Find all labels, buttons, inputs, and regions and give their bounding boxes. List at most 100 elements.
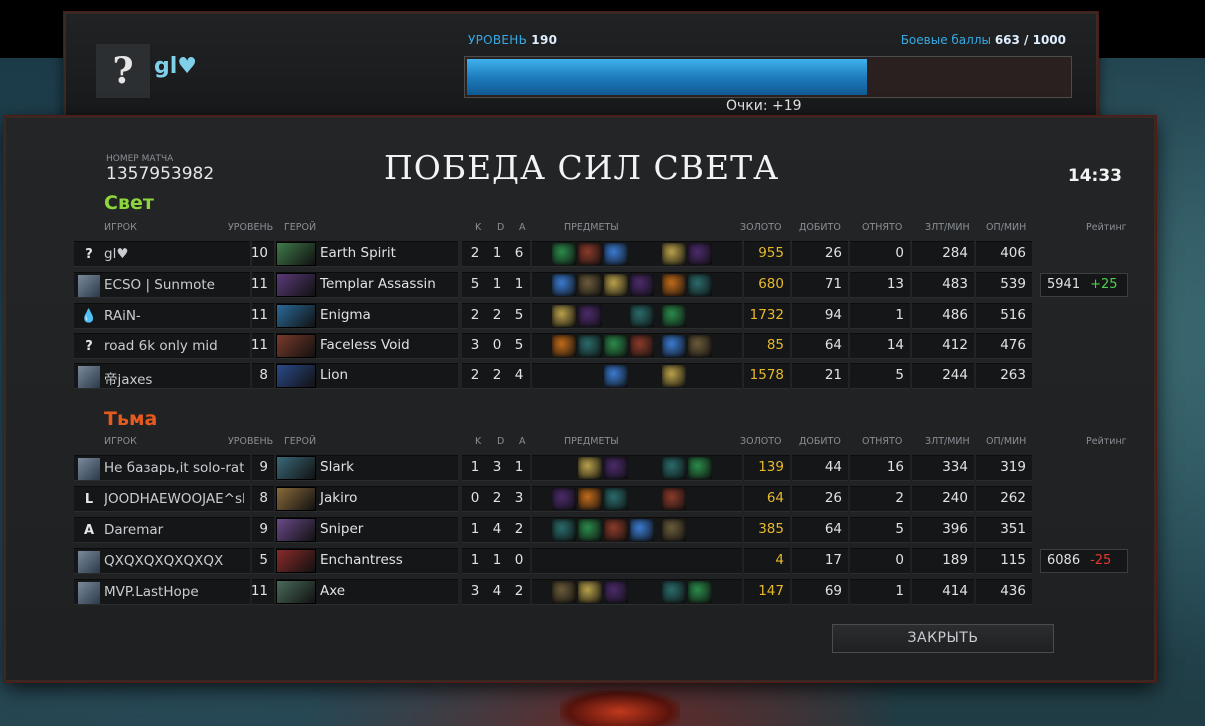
- player-level: 8: [259, 490, 268, 506]
- items-cell: [532, 363, 742, 389]
- item-icon[interactable]: [578, 488, 602, 510]
- player-row[interactable]: 💧 RAiN- 11 Enigma 2 2 5 1732 94 1 486 516: [70, 303, 1032, 329]
- player-row[interactable]: L JOODHAEWOOJAE^sl 8 Jakiro 0 2 3 64 26 2 240 262: [70, 486, 1032, 512]
- stat-dn: 14: [886, 337, 904, 353]
- player-name[interactable]: ECSO | Sunmote: [104, 277, 244, 293]
- item-icon[interactable]: [578, 305, 602, 327]
- item-icon[interactable]: [662, 488, 686, 510]
- player-name[interactable]: Не базарь,it solo-rating: [104, 460, 244, 476]
- hero-portrait[interactable]: [276, 487, 316, 511]
- stat-gold: 139: [758, 459, 784, 475]
- hero-portrait[interactable]: [276, 273, 316, 297]
- player-cell: ? road 6k only mid: [74, 333, 250, 359]
- player-name[interactable]: road 6k only mid: [104, 338, 244, 354]
- hero-portrait[interactable]: [276, 456, 316, 480]
- item-icon[interactable]: [552, 274, 576, 296]
- player-avatar-icon: A: [83, 523, 95, 538]
- hero-name: Templar Assassin: [320, 276, 436, 292]
- item-icon[interactable]: [662, 365, 686, 387]
- stat-xpm: 539: [1000, 276, 1026, 292]
- hero-portrait[interactable]: [276, 549, 316, 573]
- player-name[interactable]: gl♥: [104, 246, 244, 262]
- player-name[interactable]: 帝jaxes: [104, 368, 244, 388]
- item-icon[interactable]: [604, 488, 628, 510]
- item-icon[interactable]: [604, 243, 628, 265]
- item-icon[interactable]: [578, 335, 602, 357]
- item-icon[interactable]: [662, 274, 686, 296]
- item-icon[interactable]: [604, 274, 628, 296]
- player-row[interactable]: QXQXQXQXQXQX 5 Enchantress 1 1 0 4 17 0 189 115: [70, 548, 1032, 574]
- player-avatar-icon: L: [84, 492, 94, 507]
- item-icon[interactable]: [688, 274, 712, 296]
- item-icon[interactable]: [578, 457, 602, 479]
- item-icon[interactable]: [630, 274, 654, 296]
- player-row[interactable]: ? road 6k only mid 11 Faceless Void 3 0 5 85 64 1…: [70, 333, 1032, 359]
- player-name[interactable]: JOODHAEWOOJAE^sl: [104, 491, 244, 507]
- battle-points-value: 663 / 1000: [994, 33, 1066, 47]
- item-icon[interactable]: [604, 581, 628, 603]
- item-icon[interactable]: [662, 581, 686, 603]
- stat-k: 2: [470, 367, 480, 383]
- hero-portrait[interactable]: [276, 242, 316, 266]
- hero-portrait[interactable]: [276, 304, 316, 328]
- item-icon[interactable]: [552, 243, 576, 265]
- player-name[interactable]: QXQXQXQXQXQX: [104, 553, 244, 569]
- player-row[interactable]: Не базарь,it solo-rating 9 Slark 131 139 44 16…: [70, 455, 1032, 481]
- item-icon[interactable]: [688, 457, 712, 479]
- item-icon[interactable]: [662, 335, 686, 357]
- stat-k: 1: [470, 459, 480, 475]
- stat-dn: 1: [895, 583, 904, 599]
- stat-xpm: 406: [1000, 245, 1026, 261]
- item-icon[interactable]: [688, 581, 712, 603]
- item-icon[interactable]: [630, 519, 654, 541]
- item-icon[interactable]: [604, 457, 628, 479]
- player-level: 9: [259, 459, 268, 475]
- item-icon[interactable]: [604, 365, 628, 387]
- item-icon[interactable]: [578, 519, 602, 541]
- stat-dn: 2: [895, 490, 904, 506]
- item-icon[interactable]: [578, 274, 602, 296]
- player-level: 10: [250, 245, 268, 261]
- battle-points-label: Боевые баллы 663 / 1000: [900, 33, 1066, 47]
- item-icon[interactable]: [604, 519, 628, 541]
- player-row[interactable]: A Daremar 9 Sniper 1 4 2 385 64 5 396 351: [70, 517, 1032, 543]
- player-row[interactable]: ? gl♥ 10 Earth Spirit 2 1 6 955 26 0 284 406: [70, 241, 1032, 267]
- item-icon[interactable]: [662, 519, 686, 541]
- hero-name: Enigma: [320, 307, 371, 323]
- rating-box-radiant: 5941 +25: [1040, 273, 1128, 297]
- item-icon[interactable]: [552, 335, 576, 357]
- hero-name: Slark: [320, 459, 354, 475]
- player-avatar-icon: ?: [85, 247, 93, 262]
- item-icon[interactable]: [552, 488, 576, 510]
- item-icon[interactable]: [604, 335, 628, 357]
- player-name[interactable]: MVP.LastHope: [104, 584, 244, 600]
- player-row[interactable]: 帝jaxes 8 Lion 2 2 4 1578 21 5 244 263: [70, 363, 1032, 389]
- player-name[interactable]: Daremar: [104, 522, 244, 538]
- hero-portrait[interactable]: [276, 334, 316, 358]
- hero-name: Sniper: [320, 521, 364, 537]
- item-icon[interactable]: [688, 335, 712, 357]
- hero-portrait[interactable]: [276, 518, 316, 542]
- player-name[interactable]: RAiN-: [104, 308, 244, 324]
- item-icon[interactable]: [578, 581, 602, 603]
- player-avatar-icon: 💧: [80, 309, 98, 324]
- player-row[interactable]: MVP.LastHope 11 Axe 3 4 2 147 69 1 414 436: [70, 579, 1032, 605]
- item-icon[interactable]: [552, 305, 576, 327]
- stat-d: 1: [492, 245, 502, 261]
- item-icon[interactable]: [630, 335, 654, 357]
- item-icon[interactable]: [688, 243, 712, 265]
- item-icon[interactable]: [662, 243, 686, 265]
- item-icon[interactable]: [552, 519, 576, 541]
- player-level: 11: [250, 583, 268, 599]
- item-icon[interactable]: [552, 581, 576, 603]
- item-icon[interactable]: [662, 305, 686, 327]
- item-icon[interactable]: [662, 457, 686, 479]
- hero-portrait[interactable]: [276, 580, 316, 604]
- stat-gpm: 412: [942, 337, 968, 353]
- column-header-player: ИГРОК: [104, 436, 137, 447]
- player-row[interactable]: ECSO | Sunmote 11 Templar Assassin 5 1 1 680 71…: [70, 272, 1032, 298]
- item-icon[interactable]: [578, 243, 602, 265]
- hero-portrait[interactable]: [276, 364, 316, 388]
- close-button[interactable]: ЗАКРЫТЬ: [832, 624, 1054, 653]
- item-icon[interactable]: [630, 305, 654, 327]
